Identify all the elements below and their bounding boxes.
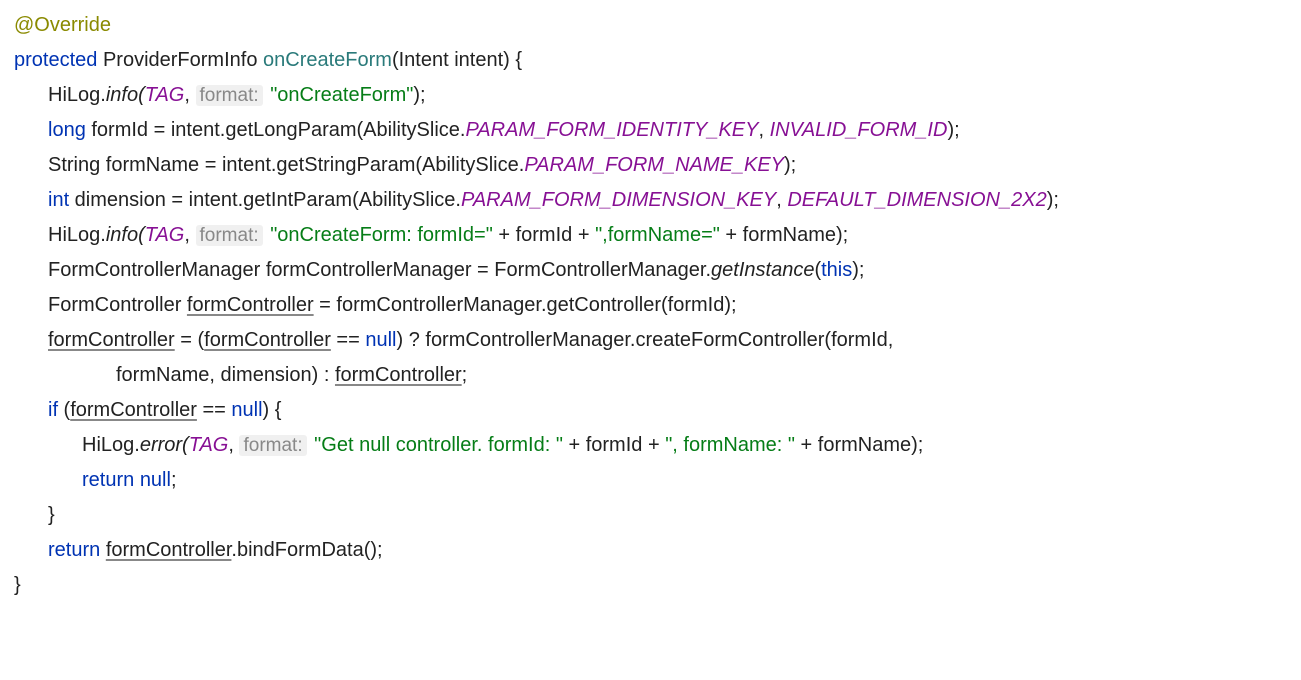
semicolon: ; — [462, 364, 468, 386]
code-line: FormController formController = formCont… — [14, 288, 1287, 323]
ternary-q: ) ? formControllerManager.createFormCont… — [396, 329, 893, 351]
code-line: formName, dimension) : formController; — [14, 358, 1287, 393]
code-line: HiLog.info(TAG, format: "onCreateForm: f… — [14, 218, 1287, 253]
code-line: if (formController == null) { — [14, 393, 1287, 428]
code-line: int dimension = intent.getIntParam(Abili… — [14, 183, 1287, 218]
param-hint-format: format: — [196, 85, 263, 106]
code-line: protected ProviderFormInfo onCreateForm(… — [14, 43, 1287, 78]
code-line: @Override — [14, 8, 1287, 43]
var-formController: formController — [204, 329, 331, 351]
eqeq: == — [331, 329, 365, 351]
var-formController: formController — [187, 294, 314, 316]
code-line: } — [14, 568, 1287, 603]
code-snippet: @Override protected ProviderFormInfo onC… — [0, 0, 1301, 621]
decl-formcontroller-post: = formControllerManager.getController(fo… — [314, 294, 737, 316]
call-info: info( — [106, 224, 145, 246]
code-line: HiLog.info(TAG, format: "onCreateForm"); — [14, 78, 1287, 113]
const-PARAM_FORM_DIMENSION_KEY: PARAM_FORM_DIMENSION_KEY — [461, 189, 776, 211]
brace-close: } — [14, 574, 21, 596]
decl-formName: String formName = intent.getStringParam(… — [48, 154, 524, 176]
comma: , — [184, 224, 195, 246]
comma: , — [228, 434, 239, 456]
close: ); — [1047, 189, 1059, 211]
string-formName-key: ",formName=" — [595, 224, 720, 246]
code-line: formController = (formController == null… — [14, 323, 1287, 358]
semicolon: ; — [171, 469, 177, 491]
const-DEFAULT_DIMENSION_2X2: DEFAULT_DIMENSION_2X2 — [787, 189, 1046, 211]
close: ); — [852, 259, 864, 281]
kw-protected: protected — [14, 49, 97, 71]
kw-return: return — [82, 469, 134, 491]
comma: , — [184, 84, 195, 106]
code-line: HiLog.error(TAG, format: "Get null contr… — [14, 428, 1287, 463]
if-close: ) { — [263, 399, 282, 421]
code-line: } — [14, 498, 1287, 533]
method-onCreateForm: onCreateForm — [263, 49, 392, 71]
decl-fcm: FormControllerManager formControllerMana… — [48, 259, 711, 281]
type-ProviderFormInfo: ProviderFormInfo — [103, 49, 258, 71]
close: ); — [413, 84, 425, 106]
const-TAG: TAG — [145, 84, 185, 106]
const-PARAM_FORM_IDENTITY_KEY: PARAM_FORM_IDENTITY_KEY — [465, 119, 758, 141]
string-onCreateForm: "onCreateForm" — [270, 84, 413, 106]
comma: , — [758, 119, 769, 141]
return-tail: .bindFormData(); — [231, 539, 382, 561]
var-formController: formController — [70, 399, 197, 421]
class-HiLog: HiLog — [48, 84, 100, 106]
code-line: FormControllerManager formControllerMana… — [14, 253, 1287, 288]
concat: + formId + — [563, 434, 665, 456]
call-info: info( — [106, 84, 145, 106]
concat-end: + formName); — [720, 224, 848, 246]
code-line: long formId = intent.getLongParam(Abilit… — [14, 113, 1287, 148]
const-TAG: TAG — [145, 224, 185, 246]
sig-params: (Intent intent) { — [392, 49, 522, 71]
kw-null: null — [365, 329, 396, 351]
code-line: return formController.bindFormData(); — [14, 533, 1287, 568]
call-error: error( — [140, 434, 189, 456]
comma: , — [776, 189, 787, 211]
const-PARAM_FORM_NAME_KEY: PARAM_FORM_NAME_KEY — [524, 154, 784, 176]
param-hint-format: format: — [196, 225, 263, 246]
var-formController: formController — [335, 364, 462, 386]
annotation-override: @Override — [14, 14, 111, 36]
decl-dimension: dimension = intent.getIntParam(AbilitySl… — [69, 189, 461, 211]
string-onCreateFormPrefix: "onCreateForm: formId=" — [270, 224, 493, 246]
code-line: String formName = intent.getStringParam(… — [14, 148, 1287, 183]
close: ); — [784, 154, 796, 176]
eqeq: == — [197, 399, 231, 421]
kw-return: return — [48, 539, 100, 561]
const-TAG: TAG — [189, 434, 229, 456]
kw-long: long — [48, 119, 86, 141]
param-hint-format: format: — [239, 435, 306, 456]
close: ); — [947, 119, 959, 141]
class-HiLog: HiLog — [48, 224, 100, 246]
if-open: ( — [58, 399, 70, 421]
kw-if: if — [48, 399, 58, 421]
string-get-null: "Get null controller. formId: " — [314, 434, 563, 456]
kw-this: this — [821, 259, 852, 281]
call-getInstance: getInstance — [711, 259, 814, 281]
assign-pre: = ( — [175, 329, 204, 351]
brace-close: } — [48, 504, 55, 526]
class-HiLog: HiLog — [82, 434, 134, 456]
concat: + formId + — [493, 224, 595, 246]
var-formController: formController — [48, 329, 175, 351]
kw-null: null — [140, 469, 171, 491]
kw-int: int — [48, 189, 69, 211]
code-line: return null; — [14, 463, 1287, 498]
const-INVALID_FORM_ID: INVALID_FORM_ID — [770, 119, 948, 141]
concat-end: + formName); — [795, 434, 923, 456]
kw-null: null — [231, 399, 262, 421]
decl-formcontroller-pre: FormController — [48, 294, 187, 316]
ternary-line2-pre: formName, dimension) : — [116, 364, 335, 386]
string-formName-sp: ", formName: " — [665, 434, 795, 456]
decl-formId: formId = intent.getLongParam(AbilitySlic… — [86, 119, 466, 141]
var-formController: formController — [106, 539, 232, 561]
